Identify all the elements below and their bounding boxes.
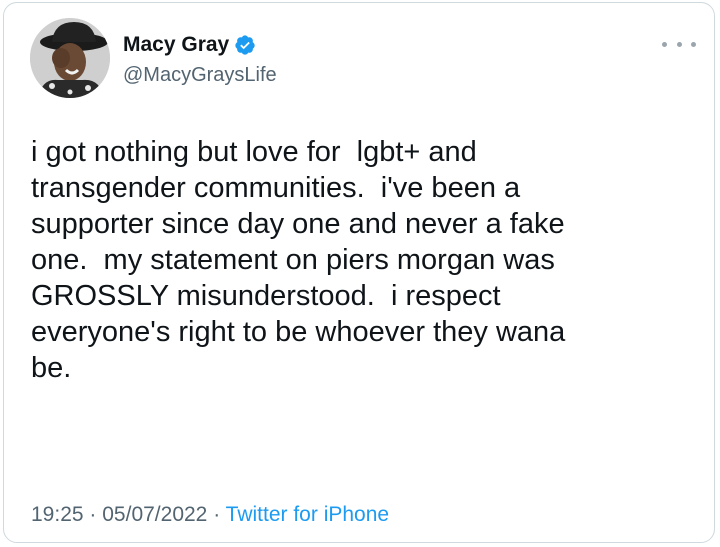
more-options-icon[interactable] bbox=[662, 36, 696, 52]
meta-separator: · bbox=[89, 503, 97, 526]
user-handle[interactable]: @MacyGraysLife bbox=[123, 62, 277, 88]
tweet-card: Macy Gray @MacyGraysLife i got nothing b… bbox=[3, 2, 715, 543]
meta-separator: · bbox=[213, 503, 221, 526]
dot-icon bbox=[662, 41, 667, 47]
display-name[interactable]: Macy Gray bbox=[123, 32, 229, 58]
dot-icon bbox=[691, 41, 696, 47]
tweet-source-link[interactable]: Twitter for iPhone bbox=[226, 503, 389, 526]
verified-badge-icon bbox=[235, 35, 255, 55]
tweet-text: i got nothing but love for lgbt+ and tra… bbox=[31, 136, 566, 384]
author-name-row[interactable]: Macy Gray bbox=[123, 32, 256, 58]
tweet-date[interactable]: 05/07/2022 bbox=[102, 503, 207, 526]
profile-photo-icon bbox=[30, 18, 110, 98]
tweet-meta: 19:25 · 05/07/2022 · Twitter for iPhone bbox=[31, 501, 389, 529]
tweet-time[interactable]: 19:25 bbox=[31, 503, 84, 526]
dot-icon bbox=[676, 41, 682, 47]
avatar[interactable] bbox=[30, 18, 110, 98]
